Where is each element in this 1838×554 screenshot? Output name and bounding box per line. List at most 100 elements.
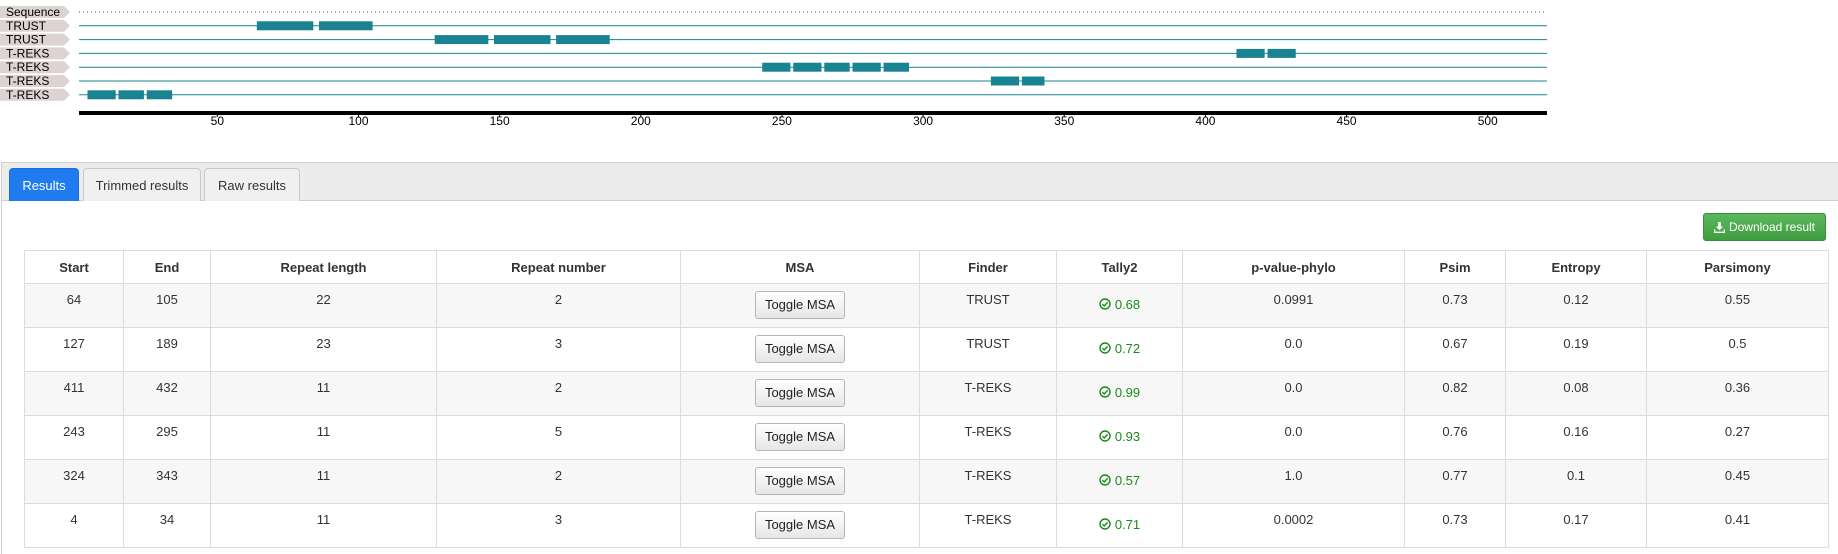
column-header-start[interactable]: Start [24,250,124,284]
toggle-msa-button[interactable]: Toggle MSA [754,510,846,539]
cell-parsimony-text: 0.27 [1724,424,1751,439]
track-label-text: Sequence [6,5,60,19]
cell-repeat-length: 11 [210,415,437,460]
repeat-region[interactable] [146,90,173,100]
cell-repeat-number-text: 3 [554,512,563,527]
column-header-repeat-number[interactable]: Repeat number [436,250,681,284]
toggle-msa-button[interactable]: Toggle MSA [754,378,846,407]
cell-psim-text: 0.73 [1442,292,1468,307]
cell-finder: T-REKS [919,459,1057,504]
column-header-p-value-phylo[interactable]: p-value-phylo [1182,250,1405,284]
cell-start-text: 411 [63,380,85,395]
tab-raw-results[interactable]: Raw results [204,168,300,201]
cell-psim: 0.67 [1404,327,1506,372]
tally2-number: 0.99 [1114,384,1141,400]
tab-results[interactable]: Results [9,168,79,201]
repeat-region[interactable] [434,35,489,45]
repeat-region[interactable] [556,35,610,45]
repeat-region[interactable] [990,76,1020,86]
cell-finder: T-REKS [919,503,1057,548]
repeat-region[interactable] [852,62,881,72]
repeat-region[interactable] [118,90,144,100]
column-header-finder[interactable]: Finder [919,250,1057,284]
cell-end: 343 [123,459,211,504]
column-header-entropy[interactable]: Entropy [1505,250,1647,284]
cell-finder-text: T-REKS [964,512,1012,527]
axis-tick-label: 400 [1195,114,1215,128]
cell-finder-text: T-REKS [964,468,1012,483]
repeat-region[interactable] [762,62,791,72]
axis-tick-label: 100 [348,114,368,128]
repeat-region[interactable] [87,90,116,100]
cell-psim: 0.73 [1404,283,1506,328]
table-row: 243 295 11 5 Toggle MSA T-REKS 0.93 0.0 0.76 0.16… [24,415,1829,460]
tab-bar: Results Trimmed results Raw results [2,163,1838,201]
check-circle-icon [1099,430,1111,442]
cell-end-text: 343 [156,468,178,483]
repeat-region[interactable] [1267,48,1296,58]
cell-repeat-number-text: 2 [554,380,563,395]
axis-tick-label: 300 [913,114,933,128]
cell-finder: TRUST [919,327,1057,372]
axis-tick-label: 250 [772,114,792,128]
repeat-region[interactable] [883,62,909,72]
cell-repeat-number: 3 [436,503,681,548]
cell-psim-text: 0.77 [1442,468,1468,483]
results-table-body: 64 105 22 2 Toggle MSA TRUST 0.68 0.0991 0.73 0.1… [24,283,1829,548]
track-label: T-REKS [0,88,70,102]
download-result-label: Download result [1728,220,1815,234]
download-result-button[interactable]: Download result [1702,213,1826,241]
results-table: Start End Repeat length Repeat number MS… [24,250,1829,548]
repeat-region[interactable] [318,21,373,31]
cell-end: 105 [123,283,211,328]
cell-psim-text: 0.67 [1442,336,1468,351]
cell-repeat-number: 3 [436,327,681,372]
column-header-tally2[interactable]: Tally2 [1056,250,1183,284]
cell-parsimony-text: 0.5 [1728,336,1747,351]
track-label: T-REKS [0,74,70,88]
repeat-region[interactable] [493,35,551,45]
cell-psim-text: 0.76 [1442,424,1468,439]
cell-start-text: 64 [66,292,82,307]
repeat-region[interactable] [793,62,822,72]
track-label-text: T-REKS [6,88,49,102]
results-panel: Results Trimmed results Raw results Down… [1,162,1838,554]
track-label: T-REKS [0,60,70,74]
cell-parsimony: 0.27 [1646,415,1829,460]
column-header-end[interactable]: End [123,250,211,284]
cell-entropy: 0.19 [1505,327,1647,372]
cell-start: 4 [24,503,124,548]
repeat-region[interactable] [1021,76,1045,86]
cell-msa: Toggle MSA [680,415,920,460]
cell-entropy: 0.12 [1505,283,1647,328]
repeat-region[interactable] [256,21,314,31]
toggle-msa-button[interactable]: Toggle MSA [754,290,846,319]
cell-start: 324 [24,459,124,504]
cell-start: 127 [24,327,124,372]
column-header-repeat-length[interactable]: Repeat length [210,250,437,284]
cell-msa: Toggle MSA [680,459,920,504]
repeat-region[interactable] [1236,48,1265,58]
cell-entropy: 0.1 [1505,459,1647,504]
cell-p-value-phylo: 1.0 [1182,459,1405,504]
toggle-msa-button[interactable]: Toggle MSA [754,334,846,363]
cell-repeat-length-text: 23 [316,336,331,351]
cell-p-value-phylo-text: 0.0002 [1273,512,1314,527]
cell-finder: TRUST [919,283,1057,328]
track-label-text: TRUST [6,19,47,33]
repeat-region[interactable] [824,62,850,72]
cell-p-value-phylo: 0.0 [1182,327,1405,372]
toggle-msa-button[interactable]: Toggle MSA [754,466,846,495]
cell-start-text: 4 [70,512,78,527]
axis-tick-label: 450 [1337,114,1357,128]
cell-tally2: 0.93 [1056,415,1183,460]
cell-entropy-text: 0.17 [1563,512,1589,527]
toggle-msa-button[interactable]: Toggle MSA [754,422,846,451]
cell-p-value-phylo-text: 0.0 [1284,336,1303,351]
tab-trimmed-results[interactable]: Trimmed results [83,168,201,201]
cell-finder-text: T-REKS [964,380,1012,395]
column-header-psim[interactable]: Psim [1404,250,1506,284]
download-icon [1713,221,1725,233]
column-header-parsimony[interactable]: Parsimony [1646,250,1829,284]
table-row: 64 105 22 2 Toggle MSA TRUST 0.68 0.0991 0.73 0.1… [24,283,1829,328]
